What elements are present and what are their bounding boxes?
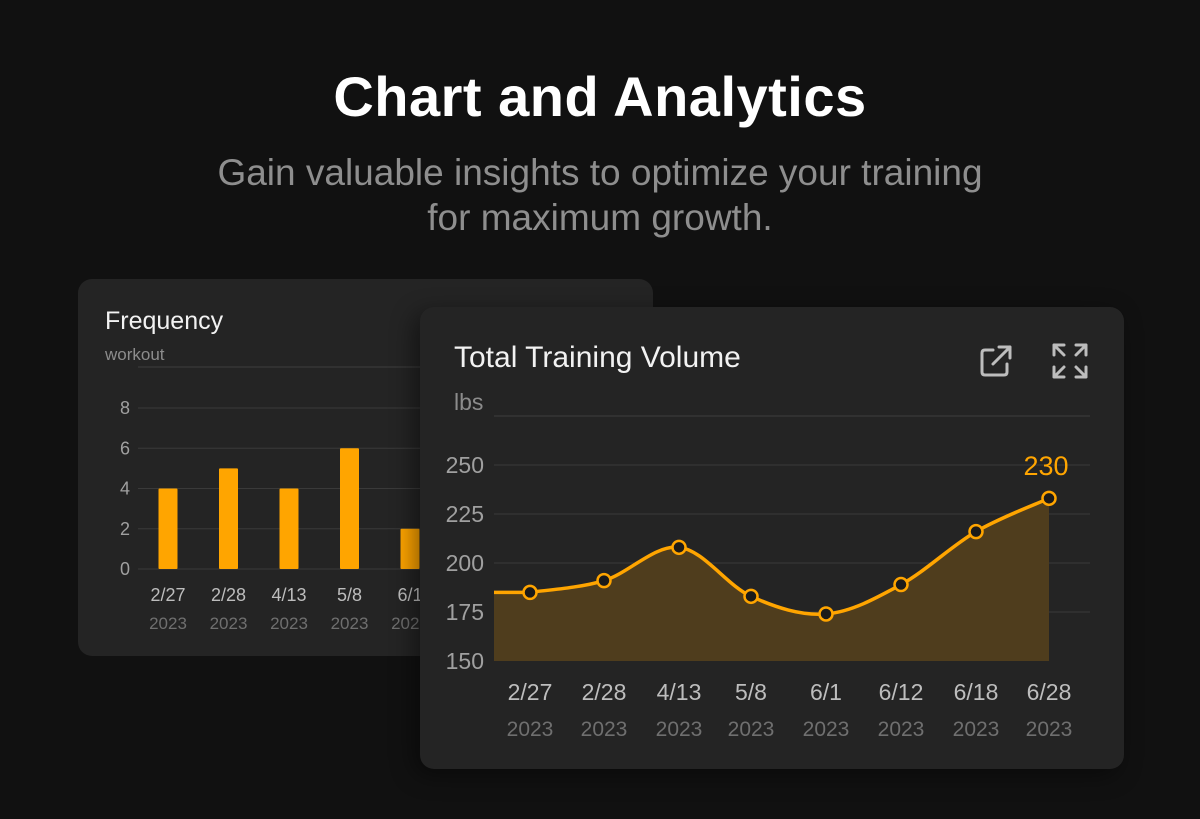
frequency-bar xyxy=(400,528,420,569)
volume-data-point xyxy=(893,576,909,593)
volume-x-tick-year: 2023 xyxy=(803,718,850,741)
page-subtitle-line-1: Gain valuable insights to optimize your … xyxy=(217,152,983,193)
frequency-bar xyxy=(279,488,299,569)
volume-x-tick-year: 2023 xyxy=(953,718,1000,741)
frequency-x-tick-year: 2023 xyxy=(270,614,308,633)
volume-last-value-label: 230 xyxy=(1023,451,1068,481)
volume-y-tick-label: 250 xyxy=(446,452,484,478)
frequency-y-tick-label: 0 xyxy=(120,559,130,579)
volume-card[interactable]: Total Training Volume lbs 150 175 200 225 25… xyxy=(420,307,1124,769)
frequency-x-tick-year: 2023 xyxy=(331,614,369,633)
frequency-x-tick-label: 2/28 xyxy=(211,585,246,605)
frequency-x-tick-year: 2023 xyxy=(210,614,248,633)
volume-data-point xyxy=(968,523,984,540)
frequency-x-tick-label: 2/27 xyxy=(150,585,185,605)
frequency-bar xyxy=(158,488,178,569)
frequency-bar xyxy=(219,468,238,569)
volume-x-tick-year: 2023 xyxy=(507,718,554,741)
page-title: Chart and Analytics xyxy=(333,65,867,128)
volume-y-tick-label: 175 xyxy=(446,599,484,625)
frequency-y-tick-label: 4 xyxy=(120,479,130,499)
volume-y-tick-label: 200 xyxy=(446,550,484,576)
frequency-y-tick-label: 8 xyxy=(120,398,130,418)
volume-x-tick-label: 2/28 xyxy=(582,679,627,705)
volume-area-fill xyxy=(494,498,1049,661)
volume-x-tick-label: 2/27 xyxy=(508,679,553,705)
volume-x-tick-year: 2023 xyxy=(581,718,628,741)
volume-x-tick-year: 2023 xyxy=(1026,718,1073,741)
frequency-x-tick-year: 2023 xyxy=(149,614,187,633)
volume-x-tick-year: 2023 xyxy=(728,718,775,741)
volume-data-point xyxy=(596,572,612,589)
frequency-x-tick-label: 6/1 xyxy=(397,585,422,605)
volume-y-tick-label: 150 xyxy=(446,648,484,674)
volume-y-tick-label: 225 xyxy=(446,501,484,527)
page-subtitle: Gain valuable insights to optimize your … xyxy=(0,150,1200,240)
volume-data-point xyxy=(671,539,687,556)
volume-x-tick-label: 6/28 xyxy=(1027,679,1072,705)
frequency-y-tick-label: 2 xyxy=(120,519,130,539)
page-subtitle-line-2: for maximum growth. xyxy=(427,197,773,238)
frequency-x-tick-label: 4/13 xyxy=(271,585,306,605)
training-volume-area-chart: 150 175 200 225 250 2/27 2023 2/28 2023 4/13 2023 5… xyxy=(446,415,1090,741)
volume-x-tick-label: 6/12 xyxy=(879,679,924,705)
volume-data-point xyxy=(743,588,759,605)
volume-x-tick-label: 5/8 xyxy=(735,679,767,705)
volume-x-tick-year: 2023 xyxy=(656,718,703,741)
frequency-y-tick-label: 6 xyxy=(120,438,130,458)
volume-data-point xyxy=(818,606,834,622)
volume-x-tick-label: 6/1 xyxy=(810,679,842,705)
volume-x-tick-label: 6/18 xyxy=(954,679,999,705)
frequency-bar xyxy=(340,448,359,569)
volume-data-point xyxy=(522,584,538,601)
volume-x-tick-label: 4/13 xyxy=(657,679,702,705)
volume-x-tick-year: 2023 xyxy=(878,718,925,741)
frequency-x-tick-label: 5/8 xyxy=(337,585,362,605)
volume-data-point xyxy=(1041,490,1057,507)
